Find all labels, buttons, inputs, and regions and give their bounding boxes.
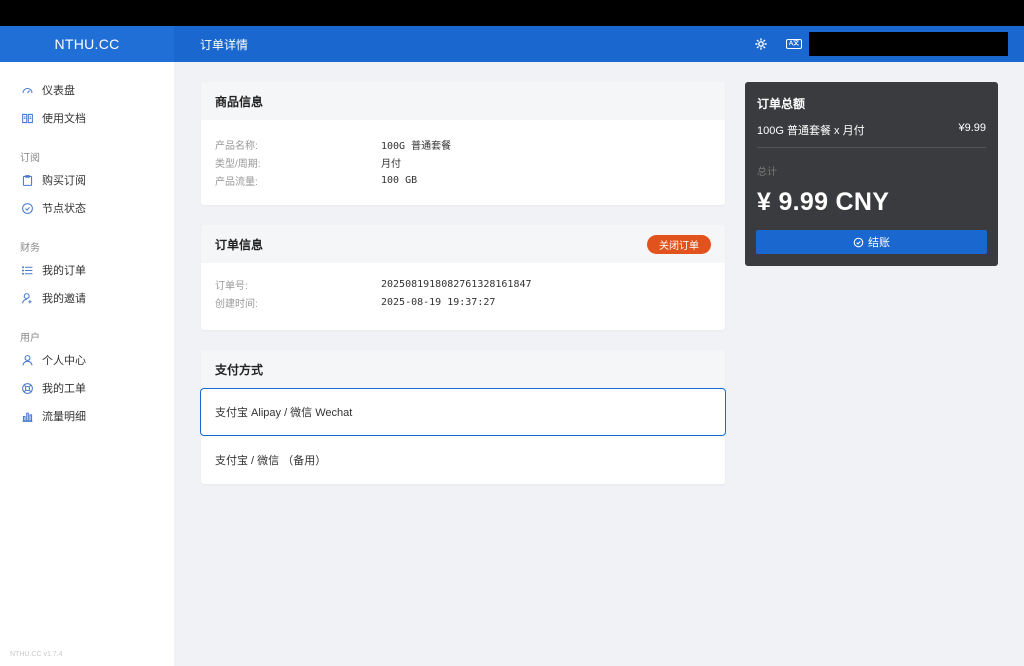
page-title: 订单详情	[200, 37, 249, 52]
kv-key: 订单号:	[215, 280, 248, 292]
brand-logo[interactable]: NTHU.CC	[0, 26, 174, 62]
close-order-button[interactable]: 关闭订单	[647, 235, 711, 254]
summary-title: 订单总额	[757, 97, 806, 111]
support-icon	[20, 381, 34, 395]
kv-value: 100 GB	[381, 174, 418, 186]
sidebar-item-label: 我的订单	[42, 265, 86, 277]
list-icon	[20, 263, 34, 277]
summary-item-price: ¥9.99	[958, 122, 986, 134]
kv-key: 产品名称:	[215, 140, 258, 152]
checkout-label: 结账	[868, 237, 890, 249]
sidebar-item-my-invites[interactable]: 我的邀请	[0, 284, 174, 312]
sidebar-item-label: 个人中心	[42, 355, 86, 367]
language-icon[interactable]: A文	[786, 39, 802, 49]
sidebar-item-dashboard[interactable]: 仪表盘	[0, 76, 174, 104]
bar-chart-icon	[20, 409, 34, 423]
sidebar-item-label: 节点状态	[42, 203, 86, 215]
checkout-button[interactable]: 结账	[756, 230, 987, 254]
user-plus-icon	[20, 291, 34, 305]
payment-option-label: 支付宝 / 微信 （备用）	[215, 455, 327, 467]
kv-value: 100G 普通套餐	[381, 140, 452, 152]
user-menu[interactable]	[809, 32, 1008, 56]
payment-option-backup[interactable]: 支付宝 / 微信 （备用）	[201, 436, 725, 484]
order-info-title: 订单信息	[215, 237, 264, 252]
payment-option-label: 支付宝 Alipay / 微信 Wechat	[215, 407, 353, 419]
sidebar-item-label: 购买订阅	[42, 175, 86, 187]
sidebar-item-node-status[interactable]: 节点状态	[0, 194, 174, 222]
sidebar-item-label: 我的工单	[42, 383, 86, 395]
check-circle-icon	[853, 237, 868, 248]
sidebar-item-my-orders[interactable]: 我的订单	[0, 256, 174, 284]
summary-total-amount: ¥ 9.99 CNY	[757, 188, 890, 216]
user-icon	[20, 353, 34, 367]
check-circle-icon	[20, 201, 34, 215]
sidebar-nav: 仪表盘 使用文档 订阅 购买订阅 节点状态 财务 我的订单 我的邀请 用户 个人…	[0, 62, 174, 430]
product-period-row: 类型/周期: 月付	[215, 153, 711, 171]
sidebar-item-label: 仪表盘	[42, 85, 75, 97]
order-number-row: 订单号: 2025081918082761328161847	[215, 275, 711, 293]
nav-group-subscription: 订阅	[20, 152, 40, 164]
kv-value: 月付	[381, 158, 401, 170]
order-created-row: 创建时间: 2025-08-19 19:37:27	[215, 293, 711, 311]
summary-item-name: 100G 普通套餐 x 月付	[757, 125, 865, 137]
clipboard-icon	[20, 173, 34, 187]
sidebar-item-label: 我的邀请	[42, 293, 86, 305]
sidebar-item-label: 流量明细	[42, 411, 86, 423]
top-bar	[0, 0, 1024, 26]
sidebar-item-label: 使用文档	[42, 113, 86, 125]
kv-key: 产品流量:	[215, 176, 258, 188]
sidebar-item-profile[interactable]: 个人中心	[0, 346, 174, 374]
summary-divider	[757, 147, 986, 148]
order-summary-panel: 订单总额 100G 普通套餐 x 月付 ¥9.99 总计 ¥ 9.99 CNY …	[745, 82, 998, 266]
book-icon	[20, 111, 34, 125]
dashboard-icon	[20, 83, 34, 97]
payment-method-title: 支付方式	[201, 350, 725, 388]
sidebar-item-tickets[interactable]: 我的工单	[0, 374, 174, 402]
kv-value: 2025-08-19 19:37:27	[381, 296, 496, 308]
product-info-title: 商品信息	[201, 82, 725, 120]
header-bar: 订单详情 A文	[174, 26, 1024, 62]
order-info-header: 订单信息 关闭订单	[201, 225, 725, 263]
nav-group-finance: 财务	[20, 242, 40, 254]
kv-key: 创建时间:	[215, 298, 258, 310]
sidebar-item-traffic[interactable]: 流量明细	[0, 402, 174, 430]
product-info-card: 商品信息 产品名称: 100G 普通套餐 类型/周期: 月付 产品流量: 100…	[201, 82, 725, 205]
product-traffic-row: 产品流量: 100 GB	[215, 171, 711, 189]
payment-method-card: 支付方式 支付宝 Alipay / 微信 Wechat 支付宝 / 微信 （备用…	[200, 350, 726, 484]
gear-icon[interactable]	[754, 37, 768, 51]
kv-value: 2025081918082761328161847	[381, 278, 532, 290]
product-name-row: 产品名称: 100G 普通套餐	[215, 135, 711, 153]
sidebar-item-docs[interactable]: 使用文档	[0, 104, 174, 132]
sidebar: NTHU.CC 仪表盘 使用文档 订阅 购买订阅 节点状态 财务 我的订单 我的…	[0, 26, 174, 666]
kv-key: 类型/周期:	[215, 158, 261, 170]
nav-group-user: 用户	[20, 332, 40, 344]
version-label: NTHU.CC v1.7.4	[10, 651, 63, 658]
payment-option-alipay-wechat[interactable]: 支付宝 Alipay / 微信 Wechat	[200, 388, 726, 436]
order-info-card: 订单信息 关闭订单 订单号: 2025081918082761328161847…	[201, 225, 725, 330]
summary-total-label: 总计	[757, 167, 777, 178]
sidebar-item-buy-subscription[interactable]: 购买订阅	[0, 166, 174, 194]
